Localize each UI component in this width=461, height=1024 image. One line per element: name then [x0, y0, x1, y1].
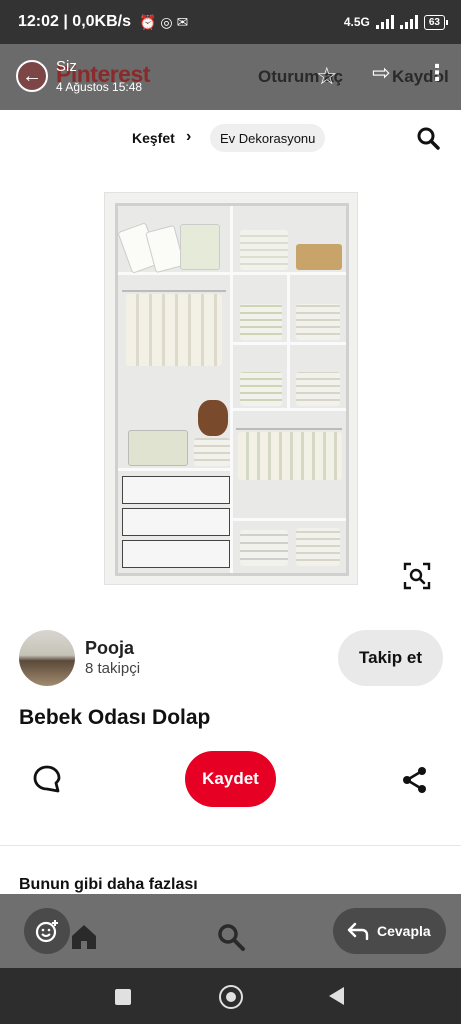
share-icon[interactable]	[401, 766, 429, 794]
back-button[interactable]: ←	[16, 60, 48, 92]
status-notification-icons: ⏰ ◎ ✉	[139, 14, 188, 31]
star-icon[interactable]: ☆	[316, 62, 338, 91]
smiley-plus-icon	[35, 920, 58, 943]
whatsapp-icon: ◎	[160, 13, 173, 30]
author-name[interactable]: Pooja	[85, 638, 134, 659]
status-time: 12:02 | 0,0KB/s	[18, 13, 131, 30]
alarm-icon: ⏰	[138, 13, 157, 30]
signal-icon	[375, 15, 394, 29]
battery-icon: 63	[423, 14, 449, 30]
system-nav-bar	[0, 968, 461, 1024]
home-icon[interactable]	[69, 922, 99, 952]
breadcrumb-category[interactable]: Ev Dekorasyonu	[210, 124, 326, 152]
pin-image[interactable]	[104, 192, 358, 585]
back-triangle-icon[interactable]	[329, 987, 344, 1005]
forward-icon[interactable]: ⇨	[372, 60, 390, 86]
emoji-reaction-button[interactable]	[24, 908, 70, 954]
wardrobe-illustration	[115, 203, 349, 576]
signal-2-icon	[399, 15, 418, 29]
author-followers: 8 takipçi	[85, 660, 141, 677]
pin-title: Bebek Odası Dolap	[19, 706, 211, 729]
home-circle-icon[interactable]	[219, 985, 243, 1009]
more-like-this-heading: Bunun gibi daha fazlası	[19, 876, 198, 893]
follow-button[interactable]: Takip et	[338, 630, 443, 686]
status-bar: 12:02 | 0,0KB/s ⏰ ◎ ✉ 4.5G 63	[0, 0, 461, 44]
comment-icon[interactable]	[32, 764, 62, 794]
reply-label: Cevapla	[377, 923, 431, 939]
search-tab-icon[interactable]	[216, 922, 246, 952]
breadcrumb-explore[interactable]: Keşfet	[132, 130, 175, 146]
recent-apps-icon[interactable]	[115, 989, 131, 1005]
battery-level: 63	[428, 16, 440, 28]
visual-search-icon[interactable]	[402, 561, 432, 591]
sent-timestamp: 4 Ağustos 15:48	[56, 80, 143, 94]
reply-arrow-icon	[347, 922, 369, 940]
more-options-icon[interactable]: ⋮	[426, 60, 448, 86]
save-button[interactable]: Kaydet	[185, 751, 276, 807]
divider	[0, 845, 461, 846]
overlay-header: Pinterest Oturum aç Kaydol ← Siz 4 Ağust…	[0, 44, 461, 110]
gmail-icon: ✉	[176, 13, 189, 30]
search-icon[interactable]	[416, 126, 440, 150]
chevron-right-icon: ›	[186, 128, 192, 145]
network-type: 4.5G	[343, 15, 370, 29]
reply-button[interactable]: Cevapla	[333, 908, 446, 954]
breadcrumb: Keşfet › Ev Dekorasyonu	[0, 124, 461, 154]
author-avatar[interactable]	[19, 630, 75, 686]
sender-name: Siz	[56, 58, 77, 75]
bottom-overlay-bar: Cevapla	[0, 894, 461, 968]
arrow-left-icon: ←	[22, 64, 42, 87]
